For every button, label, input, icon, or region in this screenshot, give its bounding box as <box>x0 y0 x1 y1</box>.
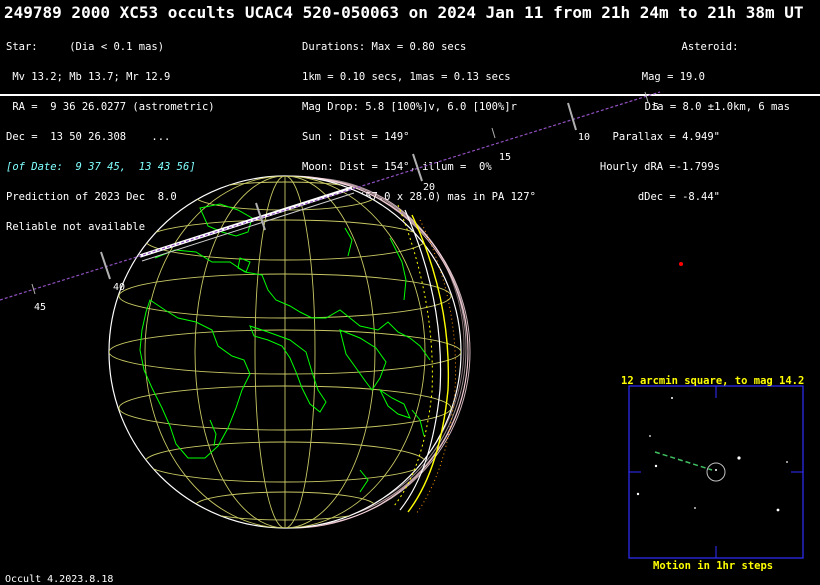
version-label: Occult 4.2023.8.18 <box>5 574 114 585</box>
time-label: 5 <box>653 102 659 113</box>
occultation-map: { "title": "249789 2000 XC53 occults UCA… <box>0 0 820 585</box>
time-label: 40 <box>113 282 125 293</box>
time-label: 10 <box>578 132 590 143</box>
finder-title: 12 arcmin square, to mag 14.2 <box>621 375 805 387</box>
finder-footer: Motion in 1hr steps <box>653 560 774 572</box>
sub-marker <box>679 262 683 266</box>
map-canvas: 5 10 15 20 40 45 <box>0 91 804 559</box>
time-label: 45 <box>34 302 46 313</box>
time-label: 15 <box>499 152 511 163</box>
finder-chart <box>628 385 804 559</box>
time-label: 20 <box>423 182 435 193</box>
